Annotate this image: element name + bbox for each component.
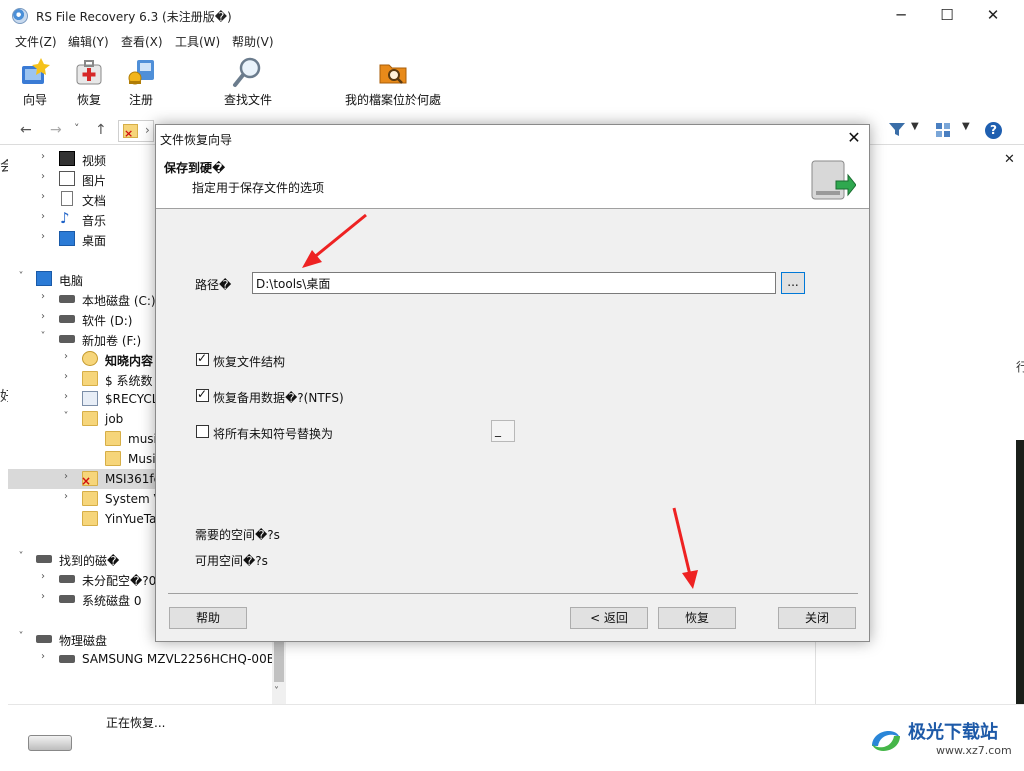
space-available-label: 可用空间�?s <box>195 554 268 568</box>
music-icon: ♪ <box>60 209 70 227</box>
help-icon[interactable]: ? <box>985 122 1002 139</box>
history-dropdown-icon[interactable]: ˅ <box>74 122 80 135</box>
folder-icon <box>82 411 98 426</box>
view-dropdown-icon[interactable]: ▼ <box>962 121 970 132</box>
drive-icon <box>59 595 75 603</box>
drive-icon <box>59 315 75 323</box>
filter-icon[interactable] <box>888 122 906 141</box>
desktop-icon <box>59 231 75 246</box>
folder-icon <box>105 431 121 446</box>
hard-drive-save-icon <box>808 157 857 206</box>
back-button[interactable]: < 返回 <box>570 607 648 629</box>
folder-icon <box>82 371 98 386</box>
right-edge-text: 行 <box>1016 360 1024 374</box>
deleted-mark-icon: × <box>81 474 92 488</box>
scroll-down-icon[interactable]: ˅ <box>274 686 279 697</box>
replace-symbols-checkbox[interactable] <box>196 425 209 438</box>
recover-button[interactable]: 恢复 <box>658 607 736 629</box>
menu-edit[interactable]: 编辑(Y) <box>68 33 109 50</box>
folder-icon <box>105 451 121 466</box>
space-required-label: 需要的空间�?s <box>195 528 280 542</box>
deleted-mark-icon: × <box>124 127 134 140</box>
drive-icon <box>59 295 75 303</box>
folder-search-icon <box>377 56 409 88</box>
menu-bar: 文件(Z) 编辑(Y) 查看(X) 工具(W) 帮助(V) <box>0 31 1024 51</box>
up-arrow-icon[interactable]: ↑ <box>95 122 107 138</box>
wizard-icon <box>19 56 51 88</box>
folder-icon <box>82 511 98 526</box>
dialog-title-bar: 文件恢复向导 ✕ <box>156 125 869 151</box>
minimize-button[interactable]: ─ <box>878 0 924 31</box>
watermark-logo-icon <box>866 720 906 763</box>
menu-view[interactable]: 查看(X) <box>121 33 163 50</box>
browse-button[interactable]: ... <box>781 272 805 294</box>
filter-dropdown-icon[interactable]: ▼ <box>911 121 919 132</box>
watermark-url: www.xz7.com <box>936 744 1012 757</box>
dialog-close-icon[interactable]: ✕ <box>842 127 866 149</box>
menu-file[interactable]: 文件(Z) <box>15 33 57 50</box>
find-file-button[interactable]: 查找文件 <box>219 56 277 112</box>
toolbar: 向导 恢复 注册 查找文件 我的檔案位於何處 <box>0 52 1024 114</box>
register-key-icon <box>125 56 157 88</box>
dialog-header: 保存到硬� 指定用于保存文件的选项 <box>156 151 869 209</box>
view-mode-icon[interactable] <box>936 123 952 140</box>
drive-icon <box>36 635 52 643</box>
address-bar[interactable]: × › <box>118 120 154 142</box>
folder-icon <box>82 491 98 506</box>
search-folder-icon <box>82 351 98 366</box>
watermark-brand: 极光下载站 <box>908 722 998 743</box>
window-title: RS File Recovery 6.3 (未注册版�) <box>36 10 232 24</box>
dialog-separator <box>168 593 858 594</box>
back-arrow-icon[interactable]: ← <box>20 122 32 138</box>
drive-icon <box>59 335 75 343</box>
dialog-close-button[interactable]: 关闭 <box>778 607 856 629</box>
watermark: 极光下载站 www.xz7.com <box>866 716 1024 768</box>
menu-tools[interactable]: 工具(W) <box>175 33 220 50</box>
recover-structure-label: 恢复文件结构 <box>213 355 286 369</box>
dialog-heading: 保存到硬� <box>164 161 226 175</box>
where-files-button[interactable]: 我的檔案位於何處 <box>338 56 448 112</box>
recover-streams-label: 恢复备用数据�?(NTFS) <box>213 391 344 405</box>
help-button[interactable]: 帮助 <box>169 607 247 629</box>
register-button[interactable]: 注册 <box>120 56 162 112</box>
recovery-wizard-dialog: 文件恢复向导 ✕ 保存到硬� 指定用于保存文件的选项 路径� D:\tools\… <box>155 124 870 642</box>
dialog-subheading: 指定用于保存文件的选项 <box>192 181 325 195</box>
dialog-body: 路径� D:\tools\桌面 ... 恢复文件结构 恢复备用数据�?(NTFS… <box>156 210 869 591</box>
computer-icon <box>36 271 52 286</box>
replace-char-input[interactable]: _ <box>491 420 515 442</box>
recover-button[interactable]: 恢复 <box>68 56 110 112</box>
picture-icon <box>59 171 75 186</box>
wizard-button[interactable]: 向导 <box>14 56 56 112</box>
tree-scrollbar[interactable]: ˅ <box>272 640 286 704</box>
drive-icon <box>59 655 75 663</box>
drive-icon <box>59 575 75 583</box>
title-bar: RS File Recovery 6.3 (未注册版�) ─ ☐ ✕ <box>0 0 1024 31</box>
path-label: 路径� <box>195 278 232 292</box>
background-window <box>1016 440 1024 710</box>
recover-streams-checkbox[interactable] <box>196 387 209 402</box>
document-icon <box>61 191 73 206</box>
dialog-title: 文件恢复向导 <box>160 133 233 147</box>
forward-arrow-icon[interactable]: → <box>50 122 62 138</box>
app-icon <box>12 8 28 24</box>
status-text: 正在恢复... <box>106 716 166 730</box>
video-icon <box>59 151 75 166</box>
maximize-button[interactable]: ☐ <box>924 0 970 31</box>
scrollbar-thumb[interactable] <box>274 640 284 682</box>
replace-symbols-label: 将所有未知符号替换为 <box>213 427 334 441</box>
drive-icon <box>28 735 72 751</box>
drive-icon <box>36 555 52 563</box>
path-input[interactable]: D:\tools\桌面 <box>252 272 776 294</box>
menu-help[interactable]: 帮助(V) <box>232 33 274 50</box>
recover-structure-checkbox[interactable] <box>196 351 209 366</box>
first-aid-kit-icon <box>73 56 105 88</box>
magnifier-icon <box>232 56 264 88</box>
recycle-bin-icon <box>82 391 98 406</box>
close-pane-icon[interactable]: ✕ <box>1004 152 1015 167</box>
close-button[interactable]: ✕ <box>970 0 1016 31</box>
tree-item[interactable]: › SAMSUNG MZVL2256HCHQ-00B00 <box>8 649 286 669</box>
